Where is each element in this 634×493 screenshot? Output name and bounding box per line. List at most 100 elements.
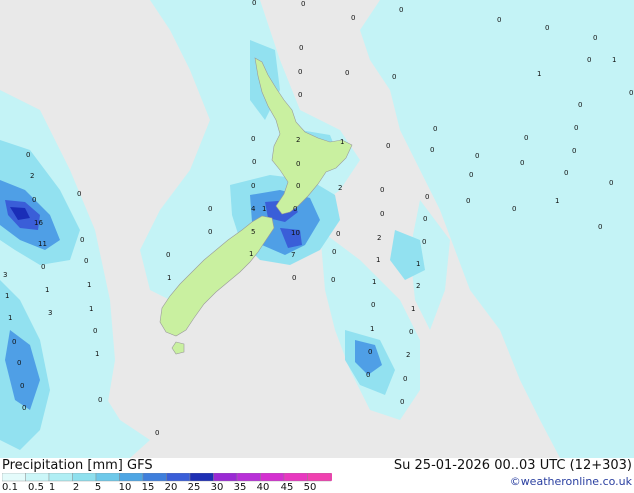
value-label: 0 — [572, 147, 576, 155]
value-label: 1 — [537, 70, 541, 78]
value-label: 0 — [520, 159, 524, 167]
value-label: 0 — [386, 142, 390, 150]
value-label: 0 — [296, 182, 300, 190]
value-label: 2 — [296, 136, 300, 144]
value-label: 0 — [41, 263, 45, 271]
scale-swatch — [260, 473, 285, 482]
value-label: 16 — [34, 219, 43, 227]
value-label: 0 — [593, 34, 597, 42]
map-title: Precipitation [mm] GFS — [2, 458, 153, 473]
value-label: 0 — [433, 125, 437, 133]
value-label: 0 — [298, 91, 302, 99]
value-label: 1 — [411, 305, 415, 313]
value-label: 0 — [208, 205, 212, 213]
value-label: 0 — [84, 257, 88, 265]
value-label: 3 — [3, 271, 7, 279]
value-label: 0 — [475, 152, 479, 160]
value-label: 0 — [564, 169, 568, 177]
value-label: 2 — [338, 184, 342, 192]
scale-swatch — [142, 473, 167, 482]
value-label: 1 — [555, 197, 559, 205]
value-label: 0 — [409, 328, 413, 336]
value-label: 0 — [629, 89, 633, 97]
scale-label: 45 — [280, 482, 294, 493]
value-label: 1 — [89, 305, 93, 313]
credit-link[interactable]: ©weatheronline.co.uk — [510, 475, 632, 488]
value-label: 0 — [366, 371, 370, 379]
value-label: 1 — [95, 350, 99, 358]
value-label: 2 — [416, 282, 420, 290]
value-label: 1 — [249, 250, 253, 258]
value-label: 0 — [208, 228, 212, 236]
value-label: 0 — [166, 251, 170, 259]
value-label: 0 — [77, 190, 81, 198]
value-label: 0 — [12, 338, 16, 346]
value-label: 0 — [293, 205, 297, 213]
value-label: 0 — [399, 6, 403, 14]
value-label: 0 — [368, 348, 372, 356]
value-label: 0 — [545, 24, 549, 32]
scale-label: 2 — [72, 482, 80, 493]
value-label: 10 — [291, 229, 300, 237]
scale-label: 40 — [256, 482, 270, 493]
value-label: 1 — [5, 292, 9, 300]
value-label: 0 — [469, 171, 473, 179]
value-label: 0 — [425, 193, 429, 201]
value-label: 2 — [377, 234, 381, 242]
scale-arrow — [331, 473, 332, 481]
scale-swatch — [283, 473, 308, 482]
forecast-timestamp: Su 25-01-2026 00..03 UTC (12+303) — [393, 458, 632, 473]
scale-label: 25 — [187, 482, 201, 493]
value-label: 3 — [48, 309, 52, 317]
value-label: 0 — [587, 56, 591, 64]
value-label: 1 — [376, 256, 380, 264]
value-label: 0 — [32, 196, 36, 204]
scale-swatch — [189, 473, 214, 482]
scale-swatch — [72, 473, 97, 482]
value-label: 0 — [403, 375, 407, 383]
scale-label: 0.5 — [28, 482, 44, 493]
value-label: 1 — [87, 281, 91, 289]
value-label: 0 — [299, 44, 303, 52]
scale-swatch — [48, 473, 73, 482]
value-label: 0 — [251, 182, 255, 190]
value-label: 0 — [336, 230, 340, 238]
scale-swatch — [2, 473, 26, 482]
footer: Precipitation [mm] GFS Su 25-01-2026 00.… — [0, 458, 634, 493]
value-label: 0 — [423, 215, 427, 223]
scale-label: 20 — [164, 482, 178, 493]
value-label: 0 — [380, 210, 384, 218]
value-label: 4 — [251, 205, 256, 213]
value-label: 0 — [422, 238, 426, 246]
scale-swatch — [236, 473, 261, 482]
value-label: 0 — [392, 73, 396, 81]
value-label: 11 — [38, 240, 47, 248]
value-label: 0 — [155, 429, 159, 437]
value-label: 5 — [251, 228, 255, 236]
scale-label: 5 — [94, 482, 102, 493]
scale-swatch — [119, 473, 144, 482]
color-scale-bar — [2, 473, 332, 482]
value-label: 0 — [252, 158, 256, 166]
value-label: 0 — [26, 151, 30, 159]
value-label: 0 — [251, 135, 255, 143]
value-label: 0 — [609, 179, 613, 187]
value-label: 0 — [93, 327, 97, 335]
value-label: 0 — [332, 248, 336, 256]
value-label: 0 — [598, 223, 602, 231]
scale-label: 50 — [303, 482, 317, 493]
value-label: 0 — [80, 236, 84, 244]
value-label: 0 — [17, 359, 21, 367]
scale-label: 30 — [210, 482, 224, 493]
value-label: 2 — [406, 351, 410, 359]
value-label: 0 — [301, 0, 305, 8]
value-label: 1 — [8, 314, 12, 322]
value-label: 0 — [400, 398, 404, 406]
value-label: 0 — [371, 301, 375, 309]
value-label: 0 — [345, 69, 349, 77]
color-scale-labels: 0.1 0.5 1 2 5 10 15 20 25 30 35 40 45 50 — [0, 482, 340, 493]
value-label: 0 — [22, 404, 26, 412]
value-label: 1 — [372, 278, 376, 286]
scale-swatch — [307, 473, 332, 482]
scale-label: 10 — [118, 482, 132, 493]
